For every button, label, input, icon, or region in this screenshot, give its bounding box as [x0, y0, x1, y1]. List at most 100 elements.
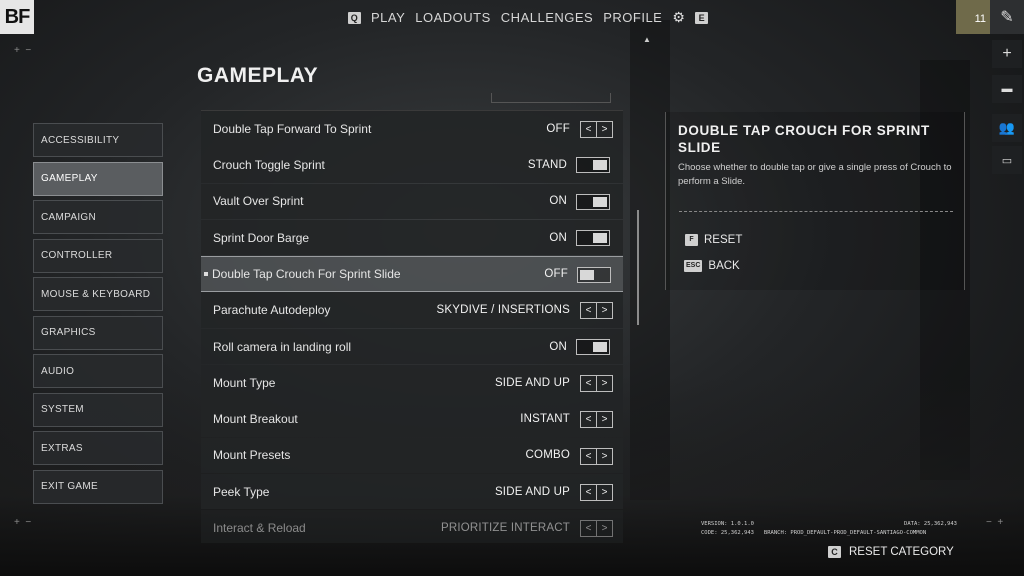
- toggle-switch[interactable]: [576, 229, 610, 246]
- build-info: VERSION: 1.0.1.0 DATA: 25,362,943 CODE: 2…: [701, 520, 957, 538]
- main-nav: Q PLAY LOADOUTS CHALLENGES PROFILE ⚙ E: [348, 9, 709, 26]
- setting-row[interactable]: Interact & Reload PRIORITIZE INTERACT < >: [201, 510, 623, 543]
- chat-icon[interactable]: ▬: [992, 75, 1022, 103]
- back-label: BACK: [708, 260, 740, 272]
- add-icon[interactable]: +: [992, 40, 1022, 68]
- info-divider: [679, 211, 953, 212]
- chevron-left-icon[interactable]: <: [581, 485, 596, 500]
- corner-marker-icon: + −: [14, 45, 32, 56]
- menu-item-accessibility[interactable]: ACCESSIBILITY: [33, 123, 163, 157]
- selected-indicator: [204, 272, 208, 277]
- gear-icon[interactable]: ⚙: [672, 9, 685, 26]
- menu-item-system[interactable]: SYSTEM: [33, 392, 163, 427]
- settings-list: Double Tap Forward To Sprint OFF < > Crouch …: [201, 93, 623, 543]
- setting-row[interactable]: Mount Type SIDE AND UP < >: [201, 365, 623, 401]
- chevron-left-icon[interactable]: <: [581, 376, 596, 391]
- setting-value: SIDE AND UP: [494, 376, 570, 389]
- reset-button[interactable]: F RESET: [685, 234, 742, 246]
- setting-label: Roll camera in landing roll: [213, 339, 352, 354]
- chevron-left-icon[interactable]: <: [581, 412, 596, 427]
- setting-value: ON: [549, 195, 567, 208]
- menu-item-graphics[interactable]: GRAPHICS: [33, 315, 163, 350]
- chevron-right-icon[interactable]: >: [596, 122, 612, 137]
- option-stepper: < >: [580, 302, 613, 320]
- partial-control: [491, 93, 611, 103]
- chevron-left-icon[interactable]: <: [581, 521, 596, 536]
- chevron-right-icon[interactable]: >: [596, 521, 612, 537]
- toggle-knob: [593, 196, 607, 207]
- setting-row[interactable]: Sprint Door Barge ON: [201, 219, 623, 256]
- reset-category-button[interactable]: C RESET CATEGORY: [828, 546, 954, 558]
- setting-value: OFF: [544, 267, 568, 280]
- chevron-right-icon[interactable]: >: [596, 412, 612, 428]
- nav-left-key: Q: [348, 11, 361, 24]
- game-logo: BF: [0, 0, 34, 34]
- corner-marker-icon: − +: [986, 517, 1004, 528]
- menu-item-audio[interactable]: AUDIO: [33, 354, 163, 388]
- setting-row[interactable]: Peek Type SIDE AND UP < >: [201, 473, 623, 510]
- nav-profile[interactable]: PROFILE: [603, 10, 662, 25]
- settings-scrollbar[interactable]: [637, 210, 639, 325]
- option-stepper: < >: [580, 121, 613, 138]
- setting-row[interactable]: Vault Over Sprint ON: [201, 183, 623, 220]
- toggle-switch[interactable]: [576, 157, 610, 174]
- toggle-knob: [593, 160, 607, 171]
- setting-row[interactable]: Roll camera in landing roll ON: [201, 328, 623, 365]
- setting-row[interactable]: Double Tap Forward To Sprint OFF < >: [201, 111, 623, 147]
- menu-item-extras[interactable]: EXTRAS: [33, 431, 163, 465]
- setting-row[interactable]: Mount Presets COMBO < >: [201, 437, 623, 474]
- menu-item-gameplay[interactable]: GAMEPLAY: [33, 161, 163, 196]
- setting-label: Mount Presets: [213, 448, 291, 463]
- option-stepper: < >: [580, 375, 613, 393]
- chevron-right-icon[interactable]: >: [596, 376, 612, 392]
- toggle-switch[interactable]: [576, 338, 610, 355]
- nav-right-key: E: [695, 11, 709, 24]
- settings-category-menu: ACCESSIBILITY GAMEPLAY CAMPAIGN CONTROLLER M…: [33, 123, 163, 508]
- setting-row[interactable]: Mount Breakout INSTANT < >: [201, 401, 623, 437]
- setting-row[interactable]: Double Tap Crouch For Sprint Slide OFF: [201, 256, 623, 292]
- controller-icon[interactable]: ▭: [992, 146, 1022, 174]
- party-icon[interactable]: 👥: [992, 114, 1022, 142]
- reset-category-key: C: [828, 546, 841, 558]
- nav-play[interactable]: PLAY: [371, 10, 405, 25]
- corner-marker-icon: + −: [14, 517, 32, 528]
- setting-label: Mount Breakout: [213, 412, 298, 427]
- chevron-left-icon[interactable]: <: [581, 303, 596, 318]
- menu-item-controller[interactable]: CONTROLLER: [33, 238, 163, 273]
- menu-item-exit-game[interactable]: EXIT GAME: [33, 469, 163, 504]
- setting-label: Interact & Reload: [213, 521, 306, 536]
- chevron-right-icon[interactable]: >: [596, 303, 612, 319]
- setting-label: Double Tap Crouch For Sprint Slide: [212, 266, 401, 281]
- menu-item-campaign[interactable]: CAMPAIGN: [33, 200, 163, 234]
- menu-item-mouse-keyboard[interactable]: MOUSE & KEYBOARD: [33, 277, 163, 311]
- info-title: DOUBLE TAP CROUCH FOR SPRINT SLIDE: [678, 123, 930, 155]
- setting-label: Sprint Door Barge: [213, 230, 310, 245]
- back-button[interactable]: ESC BACK: [684, 260, 740, 272]
- nav-challenges[interactable]: CHALLENGES: [501, 10, 593, 25]
- version-text: VERSION: 1.0.1.0: [701, 521, 754, 527]
- setting-label: Vault Over Sprint: [213, 194, 304, 209]
- toggle-switch[interactable]: [576, 193, 610, 210]
- rank-insignia-icon[interactable]: ✎: [990, 0, 1024, 34]
- back-key: ESC: [684, 260, 703, 272]
- setting-value: INSTANT: [520, 413, 570, 426]
- toggle-switch[interactable]: [577, 267, 611, 284]
- setting-label: Peek Type: [213, 484, 270, 499]
- setting-row[interactable]: Crouch Toggle Sprint STAND: [201, 147, 623, 183]
- chevron-left-icon[interactable]: <: [581, 449, 596, 464]
- player-rank[interactable]: 11: [956, 0, 990, 34]
- chevron-right-icon[interactable]: >: [596, 484, 612, 500]
- info-description: Choose whether to double tap or give a s…: [678, 162, 952, 187]
- setting-value: COMBO: [525, 449, 570, 462]
- data-text: DATA: 25,362,943: [904, 521, 957, 527]
- top-bar: BF Q PLAY LOADOUTS CHALLENGES PROFILE ⚙ …: [0, 0, 1024, 36]
- setting-value: SKYDIVE / INSERTIONS: [436, 304, 570, 317]
- chevron-right-icon[interactable]: >: [596, 448, 612, 464]
- chevron-left-icon[interactable]: <: [581, 122, 596, 137]
- nav-loadouts[interactable]: LOADOUTS: [415, 10, 491, 25]
- option-stepper: < >: [580, 411, 613, 429]
- reset-label: RESET: [704, 234, 743, 246]
- setting-label: Mount Type: [213, 375, 276, 390]
- setting-row[interactable]: Parachute Autodeploy SKYDIVE / INSERTIONS…: [201, 292, 623, 328]
- setting-label: Parachute Autodeploy: [213, 303, 331, 318]
